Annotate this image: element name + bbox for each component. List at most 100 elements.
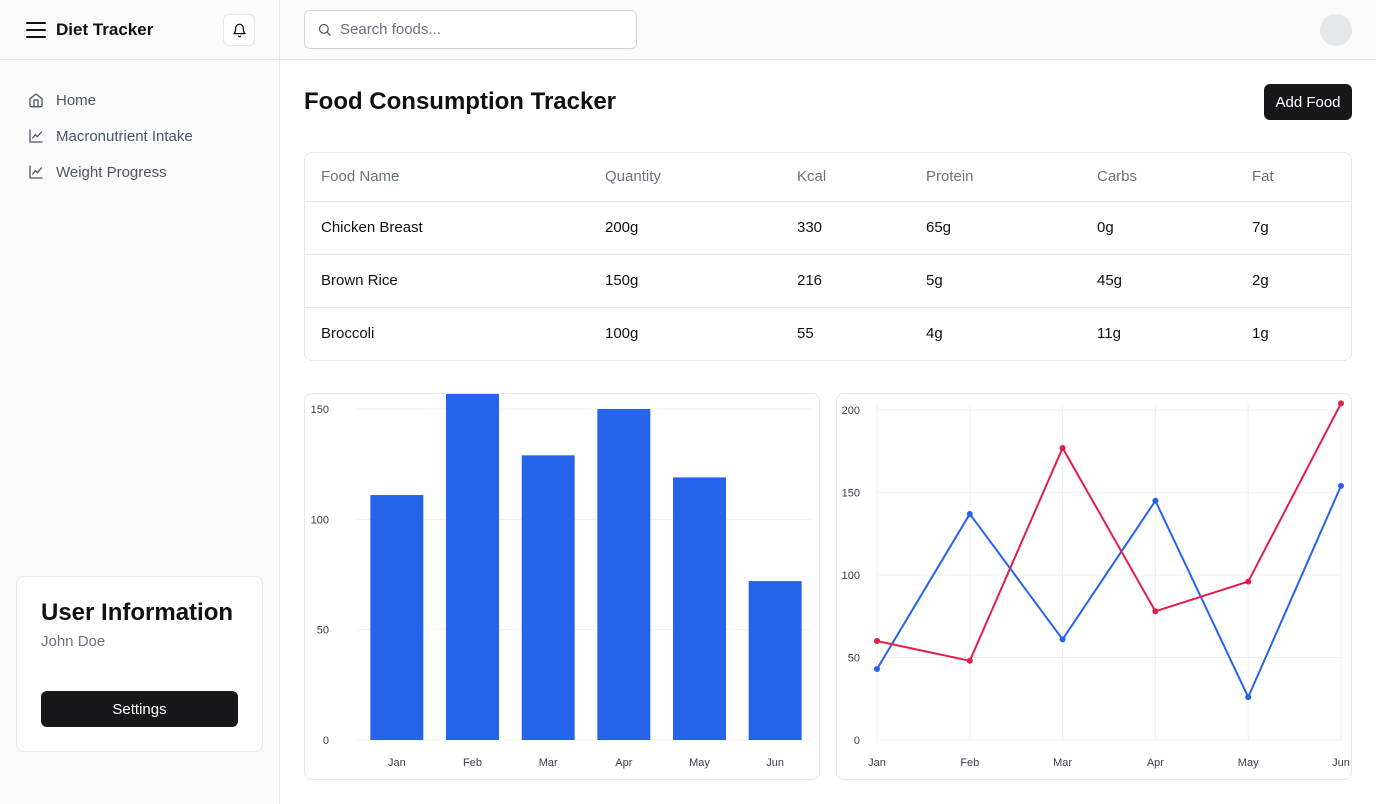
x-tick-label: Mar <box>539 757 558 769</box>
search-icon <box>318 23 331 36</box>
table-cell: 2g <box>1236 254 1351 308</box>
table-cell: 216 <box>781 254 910 308</box>
table-cell: Chicken Breast <box>305 201 589 255</box>
y-tick-label: 100 <box>842 570 860 582</box>
x-tick-label: May <box>689 757 710 769</box>
notifications-button[interactable] <box>223 14 255 46</box>
column-header: Quantity <box>589 153 781 202</box>
x-tick-label: Apr <box>1147 757 1164 769</box>
menu-icon[interactable] <box>26 21 46 38</box>
bar <box>370 495 424 740</box>
search-box[interactable] <box>304 10 637 49</box>
line-chart-icon <box>29 165 43 179</box>
table-row[interactable]: Chicken Breast 200g 330 65g 0g 7g <box>305 201 1351 255</box>
series-line <box>876 402 1342 662</box>
table-cell: 100g <box>605 325 639 343</box>
data-point <box>1059 444 1066 451</box>
column-header: Food Name <box>305 153 589 202</box>
table-row[interactable]: Broccoli 100g 55 4g 11g 1g <box>305 307 1351 360</box>
sidebar-item-home[interactable]: Home <box>28 82 279 118</box>
x-tick-label: Jan <box>388 757 406 769</box>
y-tick-label: 50 <box>848 653 860 665</box>
data-point <box>966 510 973 517</box>
table-cell: 200g <box>589 201 781 255</box>
food-table: Food Name Quantity Kcal Protein Carbs Fa… <box>304 152 1352 361</box>
line-chart-card: 0 50 100 150 200 Jan Feb Mar Apr May Jun <box>836 393 1352 780</box>
x-tick-label: Jun <box>1332 757 1350 769</box>
app-title: Diet Tracker <box>56 19 154 39</box>
avatar[interactable] <box>1320 14 1352 46</box>
table-header-row: Food Name Quantity Kcal Protein Carbs Fa… <box>305 153 1351 202</box>
y-tick-label: 0 <box>854 735 860 747</box>
table-cell: 11g <box>1097 325 1121 343</box>
sidebar-item-macronutrient-intake[interactable]: Macronutrient Intake <box>28 118 279 154</box>
search-input[interactable] <box>340 21 620 38</box>
table-cell: 150g <box>589 254 781 308</box>
table-cell: 5g <box>910 254 1081 308</box>
sidebar-header: Diet Tracker <box>0 0 279 60</box>
add-food-button[interactable]: Add Food <box>1264 84 1352 120</box>
column-header: Carbs <box>1081 153 1236 202</box>
x-tick-label: Mar <box>1053 757 1072 769</box>
sidebar-item-label: Weight Progress <box>56 163 167 181</box>
home-icon <box>29 93 43 108</box>
bell-icon <box>232 23 246 37</box>
table-cell: 7g <box>1236 201 1351 255</box>
settings-button[interactable]: Settings <box>41 691 238 727</box>
data-point <box>1245 694 1252 701</box>
table-cell: 4g <box>926 325 943 343</box>
bar <box>597 409 651 740</box>
data-point <box>874 666 880 673</box>
y-tick-label: 150 <box>842 488 860 500</box>
bar <box>748 581 802 740</box>
x-tick-label: Jun <box>766 757 784 769</box>
bar <box>673 477 726 740</box>
data-point <box>874 638 880 644</box>
x-tick-label: Feb <box>463 757 482 769</box>
user-card-title: User Information <box>41 599 234 626</box>
top-header <box>280 0 1376 60</box>
data-point <box>1059 636 1066 643</box>
data-point <box>1338 482 1344 489</box>
table-row[interactable]: Brown Rice 150g 216 5g 45g 2g <box>305 254 1351 308</box>
main-content: Food Consumption Tracker Add Food Food N… <box>280 60 1376 804</box>
table-cell: 0g <box>1081 201 1236 255</box>
column-header: Protein <box>910 153 1081 202</box>
data-point <box>1152 608 1159 615</box>
column-header: Fat <box>1236 153 1351 202</box>
bar <box>446 394 499 740</box>
sidebar-item-label: Home <box>56 91 97 109</box>
line-chart-icon <box>29 129 43 143</box>
data-point <box>1245 578 1252 585</box>
line-chart: 0 50 100 150 200 Jan Feb Mar Apr May Jun <box>842 400 1350 769</box>
table-cell: Brown Rice <box>305 254 589 308</box>
x-tick-label: Jan <box>868 757 886 769</box>
bar <box>521 455 575 740</box>
table-cell: 1g <box>1252 325 1269 343</box>
y-tick-label: 0 <box>323 735 329 747</box>
table-cell: 45g <box>1081 254 1236 308</box>
sidebar-nav: Home Macronutrient Intake Weight Progres… <box>0 60 279 190</box>
y-tick-label: 150 <box>311 404 329 416</box>
bar-chart-card: 0 50 100 150 Jan Feb Mar Apr May Jun <box>304 393 820 780</box>
data-point <box>966 657 973 664</box>
x-tick-label: May <box>1238 757 1259 769</box>
y-tick-label: 100 <box>311 514 329 526</box>
sidebar: Diet Tracker Home Macronutrient Intake W… <box>0 0 280 804</box>
y-tick-label: 200 <box>842 405 860 417</box>
table-cell: 55 <box>797 325 814 343</box>
bar-chart: 0 50 100 150 Jan Feb Mar Apr May Jun <box>311 394 813 769</box>
table-cell: Broccoli <box>321 325 375 343</box>
series-line <box>876 485 1342 699</box>
table-cell: 65g <box>910 201 1081 255</box>
x-tick-label: Feb <box>960 757 979 769</box>
sidebar-item-weight-progress[interactable]: Weight Progress <box>28 154 279 190</box>
data-point <box>1152 497 1159 504</box>
table-cell: 330 <box>781 201 910 255</box>
y-tick-label: 50 <box>317 625 329 637</box>
data-point <box>1338 400 1344 407</box>
sidebar-item-label: Macronutrient Intake <box>56 127 193 145</box>
user-name: John Doe <box>41 633 106 650</box>
column-header: Kcal <box>781 153 910 202</box>
page-title: Food Consumption Tracker <box>304 88 617 115</box>
